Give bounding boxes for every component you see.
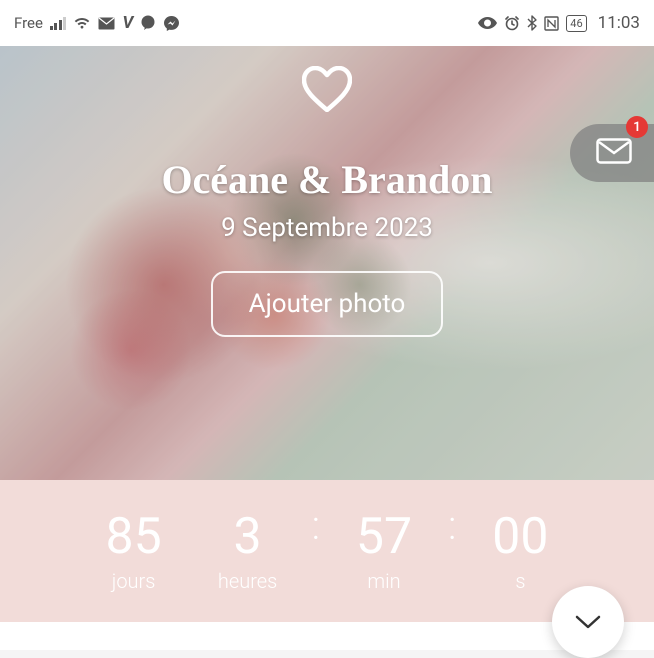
chat-icon	[140, 15, 156, 31]
v-icon: V	[122, 13, 133, 33]
hero-section: 1 Océane & Brandon 9 Septembre 2023 Ajou…	[0, 46, 654, 480]
expand-fab[interactable]	[552, 586, 624, 658]
messenger-icon	[163, 15, 180, 32]
battery-icon: 46	[566, 15, 586, 32]
mail-button[interactable]: 1	[570, 124, 654, 182]
mail-status-icon	[98, 17, 115, 30]
wedding-date: 9 Septembre 2023	[221, 213, 433, 243]
seconds-value: 00	[470, 510, 570, 565]
countdown-days: 85 jours	[84, 510, 184, 593]
minutes-label: min	[334, 569, 434, 593]
couple-names: Océane & Brandon	[161, 156, 492, 203]
countdown-bar: 85 jours 3 heures : 57 min : 00 s	[0, 480, 654, 622]
hours-label: heures	[198, 569, 298, 593]
separator-colon: :	[312, 502, 320, 549]
days-value: 85	[84, 510, 184, 565]
countdown-minutes: 57 min	[334, 510, 434, 593]
chevron-down-icon	[574, 614, 602, 630]
carrier-label: Free	[14, 14, 43, 32]
mail-badge: 1	[626, 116, 648, 138]
eye-icon	[478, 17, 497, 29]
days-label: jours	[84, 569, 184, 593]
signal-icon	[50, 17, 67, 30]
add-photo-button[interactable]: Ajouter photo	[211, 271, 444, 337]
hours-value: 3	[198, 510, 298, 565]
heart-logon	[302, 66, 352, 116]
clock-time: 11:03	[598, 13, 640, 33]
alarm-icon	[504, 15, 520, 31]
status-bar: Free V 46 11:03	[0, 0, 654, 46]
separator-colon: :	[448, 502, 456, 549]
countdown-hours: 3 heures	[198, 510, 298, 593]
status-left-group: Free V	[14, 13, 180, 33]
seconds-label: s	[470, 569, 570, 593]
bluetooth-icon	[527, 15, 537, 31]
countdown-seconds: 00 s	[470, 510, 570, 593]
envelope-icon	[596, 138, 632, 164]
wifi-icon	[73, 16, 91, 30]
minutes-value: 57	[334, 510, 434, 565]
status-right-group: 46 11:03	[478, 13, 640, 33]
heart-icon	[302, 66, 352, 112]
nfc-icon	[544, 16, 559, 31]
